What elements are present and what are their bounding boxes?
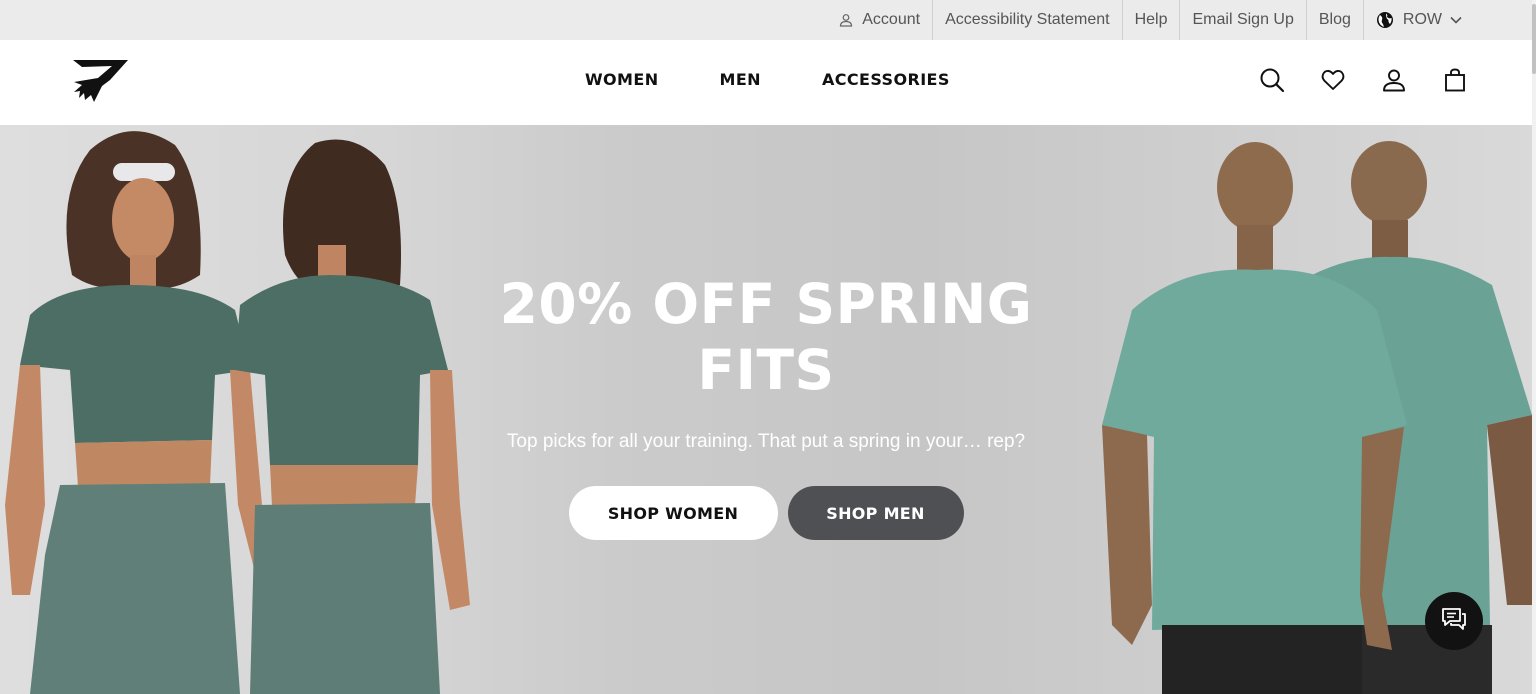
chat-icon: [1441, 607, 1467, 636]
help-link[interactable]: Help: [1121, 0, 1180, 40]
globe-icon: [1376, 11, 1394, 29]
main-header: WOMEN MEN ACCESSORIES: [0, 40, 1536, 125]
user-icon: [839, 13, 853, 27]
header-actions: [1259, 67, 1468, 93]
main-nav: WOMEN MEN ACCESSORIES: [585, 70, 950, 89]
accessibility-label: Accessibility Statement: [945, 11, 1110, 28]
hero-title-line2: FITS: [697, 338, 835, 402]
scrollbar-thumb[interactable]: [1532, 4, 1536, 74]
hero-banner: 20% OFF SPRING FITS Top picks for all yo…: [0, 125, 1532, 694]
chat-button[interactable]: [1425, 592, 1483, 650]
hero-title-line1: 20% OFF SPRING: [499, 272, 1033, 336]
hero-cta-row: SHOP WOMEN SHOP MEN: [488, 486, 1044, 540]
email-signup-link[interactable]: Email Sign Up: [1179, 0, 1305, 40]
email-signup-label: Email Sign Up: [1192, 11, 1294, 28]
region-selector[interactable]: ROW: [1362, 0, 1474, 40]
account-label: Account: [862, 11, 921, 28]
hero-content: 20% OFF SPRING FITS Top picks for all yo…: [488, 271, 1044, 540]
user-icon[interactable]: [1381, 67, 1407, 93]
region-label: ROW: [1402, 11, 1442, 28]
hero-title: 20% OFF SPRING FITS: [488, 271, 1044, 403]
women-models-image: [5, 131, 470, 694]
accessibility-link[interactable]: Accessibility Statement: [932, 0, 1122, 40]
help-label: Help: [1134, 11, 1168, 28]
blog-link[interactable]: Blog: [1305, 0, 1363, 40]
blog-label: Blog: [1318, 11, 1351, 28]
utility-bar: Account Accessibility Statement Help Ema…: [0, 0, 1536, 40]
nav-women[interactable]: WOMEN: [585, 70, 659, 89]
nav-accessories[interactable]: ACCESSORIES: [822, 70, 950, 89]
account-link[interactable]: Account: [827, 0, 932, 40]
chevron-down-icon: [1450, 16, 1462, 24]
shopping-bag-icon[interactable]: [1442, 67, 1468, 93]
utility-links: Account Accessibility Statement Help Ema…: [827, 0, 1474, 40]
shop-men-button[interactable]: SHOP MEN: [787, 486, 964, 540]
hero-subtitle: Top picks for all your training. That pu…: [506, 431, 1026, 452]
shark-logo-icon[interactable]: [72, 58, 130, 104]
nav-men[interactable]: MEN: [720, 70, 761, 89]
page-scrollbar[interactable]: [1532, 0, 1536, 694]
shop-women-button[interactable]: SHOP WOMEN: [568, 486, 778, 540]
heart-icon[interactable]: [1320, 67, 1346, 93]
search-icon[interactable]: [1259, 67, 1285, 93]
